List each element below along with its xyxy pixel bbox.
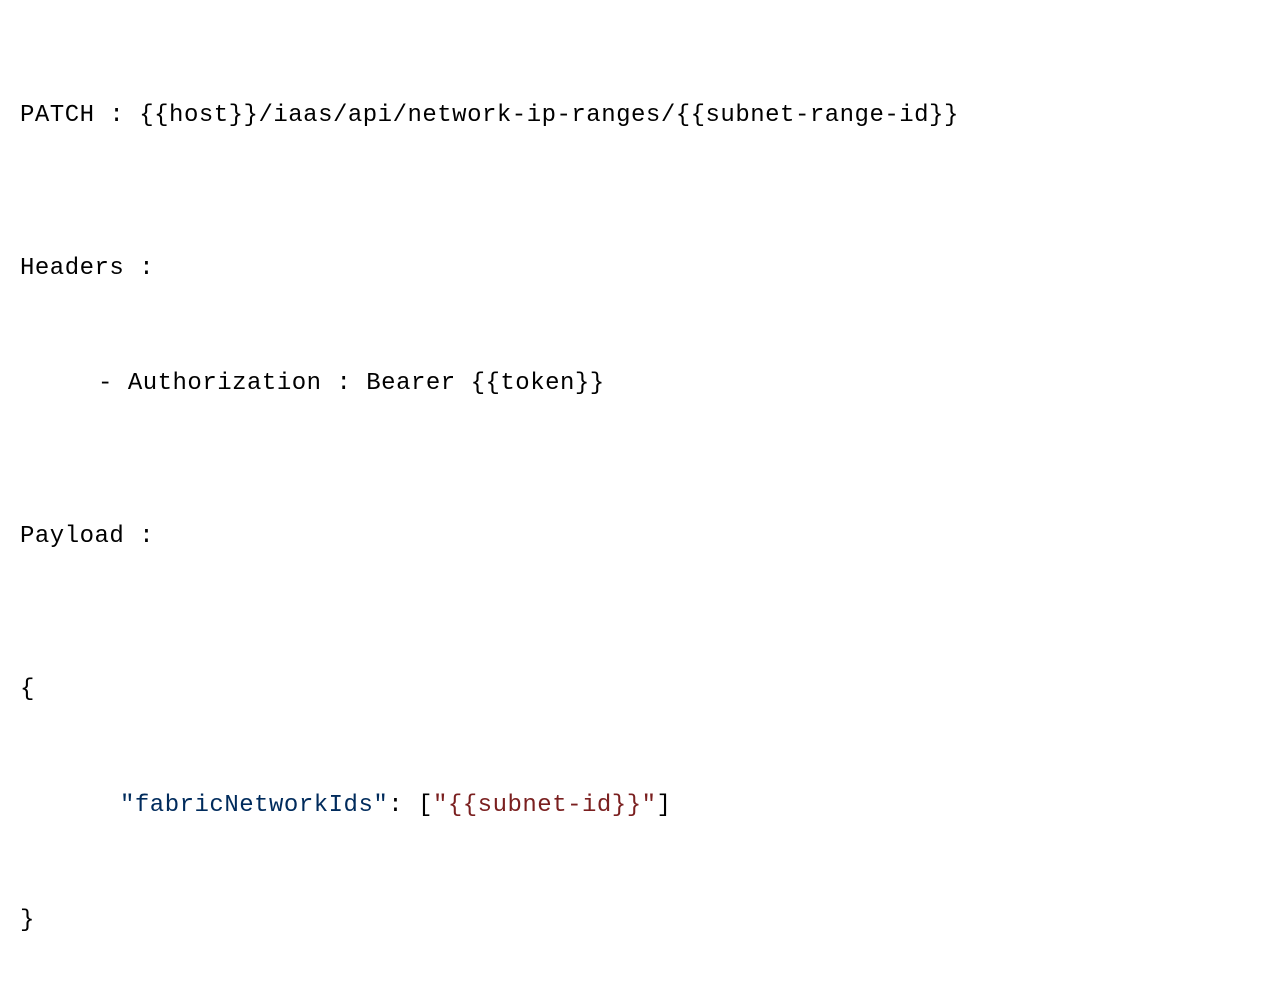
header-sep: :: [322, 370, 367, 397]
json-brace-close: }: [20, 902, 1264, 940]
json-body-line: "fabricNetworkIds": ["{{subnet-id}}"]: [20, 787, 1264, 825]
header-entry: - Authorization : Bearer {{token}}: [20, 365, 1264, 403]
bullet: -: [98, 370, 128, 397]
api-doc-block: PATCH : {{host}}/iaas/api/network-ip-ran…: [20, 20, 1264, 979]
payload-label: Payload :: [20, 518, 1264, 556]
bracket-close: ]: [657, 792, 672, 819]
json-colon: :: [388, 792, 418, 819]
json-value: "{{subnet-id}}": [433, 792, 657, 819]
bracket-open: [: [418, 792, 433, 819]
method-separator: :: [95, 102, 140, 129]
http-method: PATCH: [20, 102, 95, 129]
headers-label: Headers :: [20, 250, 1264, 288]
request-line: PATCH : {{host}}/iaas/api/network-ip-ran…: [20, 97, 1264, 135]
header-value: Bearer {{token}}: [366, 370, 604, 397]
header-key: Authorization: [128, 370, 322, 397]
request-url: {{host}}/iaas/api/network-ip-ranges/{{su…: [139, 102, 959, 129]
json-brace-open: {: [20, 671, 1264, 709]
json-key: "fabricNetworkIds": [120, 792, 388, 819]
